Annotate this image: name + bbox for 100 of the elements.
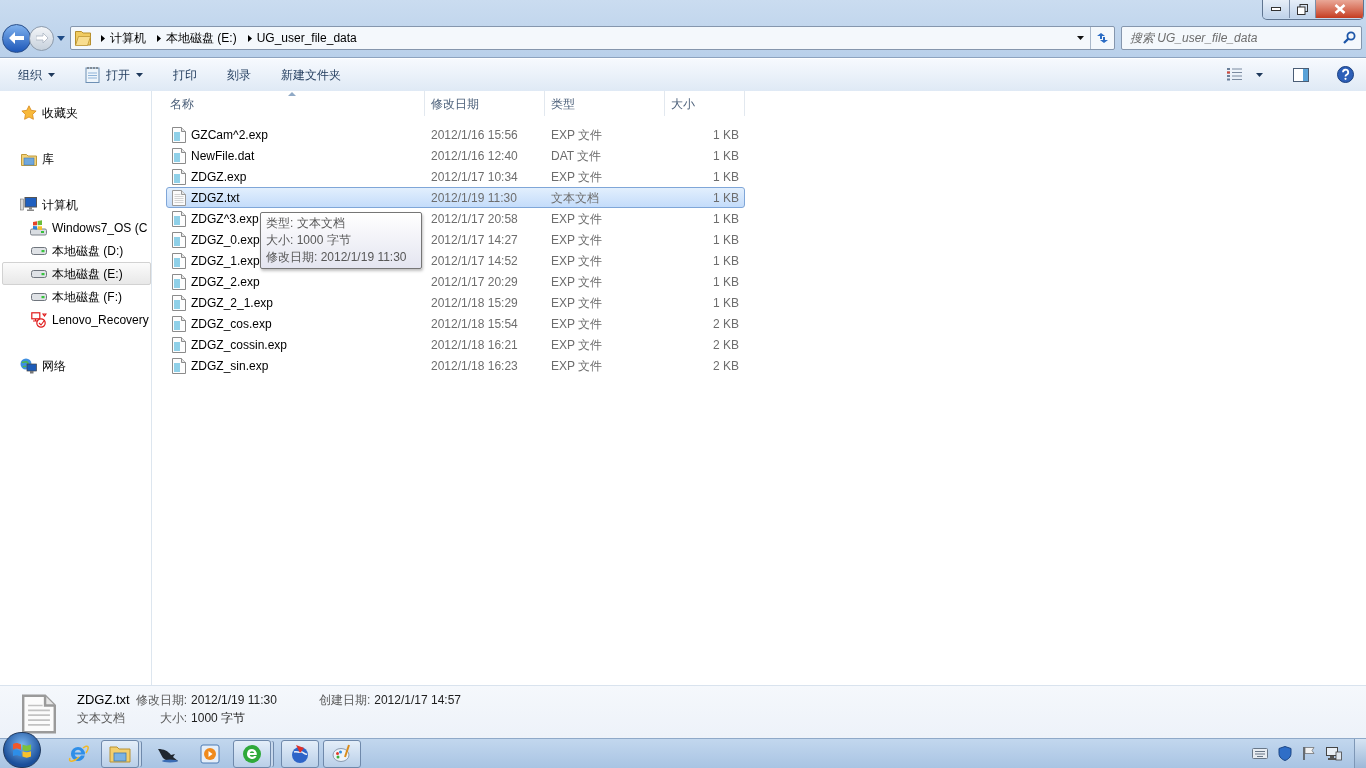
nav-item[interactable]: 网络 bbox=[2, 354, 151, 377]
file-size: 1 KB bbox=[713, 210, 739, 228]
file-size: 2 KB bbox=[713, 357, 739, 375]
file-type: EXP 文件 bbox=[551, 316, 603, 331]
drive-icon bbox=[30, 246, 47, 255]
file-name[interactable]: ZDGZ_2_1.exp bbox=[191, 293, 274, 312]
property-value: 1000 字节 bbox=[191, 710, 247, 727]
breadcrumb-link[interactable]: 本地磁盘 (E:) bbox=[165, 28, 238, 48]
file-name[interactable]: ZDGZ_sin.exp bbox=[191, 356, 269, 375]
property-label: 大小: bbox=[158, 710, 188, 727]
search-icon bbox=[1343, 31, 1356, 44]
file-icon bbox=[172, 273, 186, 290]
toolbar-button[interactable]: 刻录 bbox=[219, 62, 259, 87]
file-type: EXP 文件 bbox=[551, 127, 603, 142]
search-field[interactable]: 搜索 UG_user_file_data bbox=[1121, 26, 1362, 50]
folder-icon bbox=[75, 30, 91, 46]
property-value: 2012/1/19 11:30 bbox=[191, 692, 277, 709]
globe-icon bbox=[289, 742, 311, 765]
drive-icon bbox=[30, 292, 47, 301]
file-name[interactable]: ZDGZ_0.exp bbox=[191, 230, 260, 249]
file-icon bbox=[172, 315, 186, 332]
modified-date: 2012/1/17 20:29 bbox=[431, 274, 518, 289]
toolbar-button[interactable]: 打印 bbox=[165, 62, 205, 87]
modified-date: 2012/1/19 11:30 bbox=[431, 190, 517, 205]
list-view-icon bbox=[1227, 68, 1242, 81]
toolbar-button[interactable]: 打开 bbox=[77, 62, 151, 87]
network-icon bbox=[20, 357, 37, 374]
file-icon bbox=[172, 126, 186, 143]
maximize-button[interactable] bbox=[1290, 0, 1316, 18]
file-size: 2 KB bbox=[713, 315, 739, 333]
windows-drive-icon bbox=[30, 219, 47, 236]
file-icon bbox=[172, 168, 186, 185]
file-icon bbox=[172, 231, 186, 248]
file-name[interactable]: ZDGZ.txt bbox=[191, 188, 240, 207]
file-name[interactable]: ZDGZ_cos.exp bbox=[191, 314, 272, 333]
computer-icon bbox=[20, 197, 37, 212]
paint-palette-icon bbox=[331, 742, 353, 765]
nav-item[interactable]: Lenovo_Recovery bbox=[2, 308, 151, 331]
close-button[interactable] bbox=[1316, 0, 1363, 18]
caret-icon bbox=[57, 35, 65, 41]
close-icon bbox=[1333, 4, 1346, 14]
taskbar-button[interactable] bbox=[281, 739, 319, 768]
back-arrow-icon bbox=[9, 32, 24, 44]
nav-item[interactable]: Windows7_OS (C bbox=[2, 216, 151, 239]
column-header[interactable]: 大小 bbox=[665, 91, 745, 116]
modified-date: 2012/1/17 14:52 bbox=[431, 253, 518, 268]
nav-item[interactable]: 本地磁盘 (D:) bbox=[2, 239, 151, 262]
file-type: 文本文档 bbox=[77, 710, 126, 727]
file-name[interactable]: GZCam^2.exp bbox=[191, 125, 268, 144]
nav-item[interactable]: 库 bbox=[2, 147, 151, 170]
modified-date: 2012/1/17 14:27 bbox=[431, 232, 518, 247]
text-document-icon bbox=[172, 189, 186, 206]
file-name[interactable]: NewFile.dat bbox=[191, 146, 255, 165]
minimize-button[interactable] bbox=[1263, 0, 1290, 18]
selected-file-row[interactable]: ZDGZ.txt 2012/1/19 11:30 文本文档 1 KB bbox=[166, 187, 745, 208]
toolbar-button[interactable]: 组织 bbox=[10, 62, 63, 87]
nav-item[interactable]: 收藏夹 bbox=[2, 101, 151, 124]
start-button[interactable] bbox=[3, 732, 41, 768]
breadcrumb-link[interactable]: UG_user_file_data bbox=[255, 28, 358, 48]
address-field[interactable]: 计算机 本地磁盘 (E:) UG_user_file_data bbox=[70, 26, 1115, 50]
help-icon bbox=[1337, 66, 1354, 83]
file-type: EXP 文件 bbox=[551, 337, 603, 352]
column-header[interactable]: 类型 bbox=[545, 91, 665, 116]
file-type: EXP 文件 bbox=[551, 295, 603, 310]
file-name[interactable]: ZDGZ_1.exp bbox=[191, 251, 260, 270]
column-header[interactable]: 名称 bbox=[166, 91, 425, 116]
file-type: EXP 文件 bbox=[551, 211, 603, 226]
file-size: 1 KB bbox=[713, 231, 739, 249]
file-icon bbox=[172, 357, 186, 374]
recovery-drive-icon bbox=[30, 311, 47, 328]
breadcrumb-link[interactable]: 计算机 bbox=[109, 28, 147, 48]
restore-icon bbox=[1297, 3, 1308, 15]
modified-date: 2012/1/18 15:54 bbox=[431, 316, 518, 331]
notepad-icon bbox=[85, 66, 100, 83]
back-button[interactable] bbox=[2, 23, 31, 53]
drive-icon bbox=[30, 269, 47, 278]
property-label: 创建日期: bbox=[318, 692, 371, 709]
nav-item[interactable]: 本地磁盘 (E:) bbox=[2, 262, 151, 285]
browser-e-icon bbox=[67, 742, 89, 765]
file-name[interactable]: ZDGZ_cossin.exp bbox=[191, 335, 288, 354]
nav-item[interactable]: 计算机 bbox=[2, 193, 151, 216]
file-name[interactable]: ZDGZ.exp bbox=[191, 167, 247, 186]
file-name[interactable]: ZDGZ_2.exp bbox=[191, 272, 260, 291]
file-size: 1 KB bbox=[713, 147, 739, 165]
file-type: EXP 文件 bbox=[551, 274, 603, 289]
file-name[interactable]: ZDGZ^3.exp bbox=[191, 209, 259, 228]
modified-date: 2012/1/17 20:58 bbox=[431, 211, 518, 226]
file-size: 1 KB bbox=[713, 294, 739, 312]
tooltip-text: 类型: 文本文档 bbox=[266, 215, 346, 232]
modified-date: 2012/1/16 12:40 bbox=[431, 148, 518, 163]
nav-item[interactable]: 本地磁盘 (F:) bbox=[2, 285, 151, 308]
file-type: 文本文档 bbox=[551, 190, 599, 205]
column-header[interactable]: 修改日期 bbox=[425, 91, 545, 116]
property-value: 2012/1/17 14:57 bbox=[374, 692, 461, 709]
file-type: EXP 文件 bbox=[551, 358, 603, 373]
toolbar-button[interactable]: 新建文件夹 bbox=[273, 62, 349, 87]
tooltip-text: 修改日期: 2012/1/19 11:30 bbox=[266, 249, 408, 266]
file-size: 2 KB bbox=[713, 336, 739, 354]
keyboard-icon bbox=[1252, 748, 1268, 759]
file-icon bbox=[172, 336, 186, 353]
